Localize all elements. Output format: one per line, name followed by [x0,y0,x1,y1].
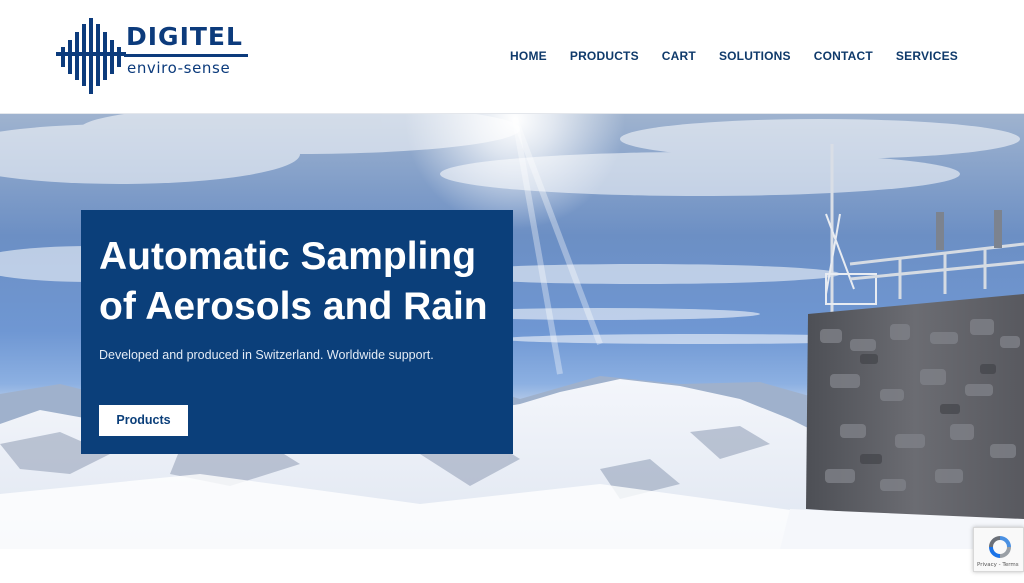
site-header: DIGITEL enviro-sense HOME PRODUCTS CART … [0,0,1024,114]
brand-name: DIGITEL [126,22,243,51]
nav-home[interactable]: HOME [510,49,547,64]
recaptcha-links[interactable]: Privacy - Terms [977,562,1023,568]
main-nav: HOME PRODUCTS CART SOLUTIONS CONTACT SER… [510,49,958,64]
nav-contact[interactable]: CONTACT [814,49,873,64]
recaptcha-badge[interactable]: Privacy - Terms [973,527,1024,572]
nav-products[interactable]: PRODUCTS [570,49,639,64]
hero-subtitle: Developed and produced in Switzerland. W… [99,348,434,362]
logo-icon [56,18,126,94]
hero-title: Automatic Sampling of Aerosols and Rain [99,235,488,328]
hero-callout: Automatic Sampling of Aerosols and Rain … [81,210,513,454]
nav-services[interactable]: SERVICES [896,49,958,64]
brand-rule [124,54,248,57]
brand-logo[interactable]: DIGITEL enviro-sense [56,14,252,98]
nav-cart[interactable]: CART [662,49,696,64]
brand-tagline: enviro-sense [127,59,231,77]
nav-solutions[interactable]: SOLUTIONS [719,49,791,64]
recaptcha-icon [989,536,1011,558]
hero-products-button[interactable]: Products [99,405,188,436]
hero-section: Automatic Sampling of Aerosols and Rain … [0,114,1024,549]
